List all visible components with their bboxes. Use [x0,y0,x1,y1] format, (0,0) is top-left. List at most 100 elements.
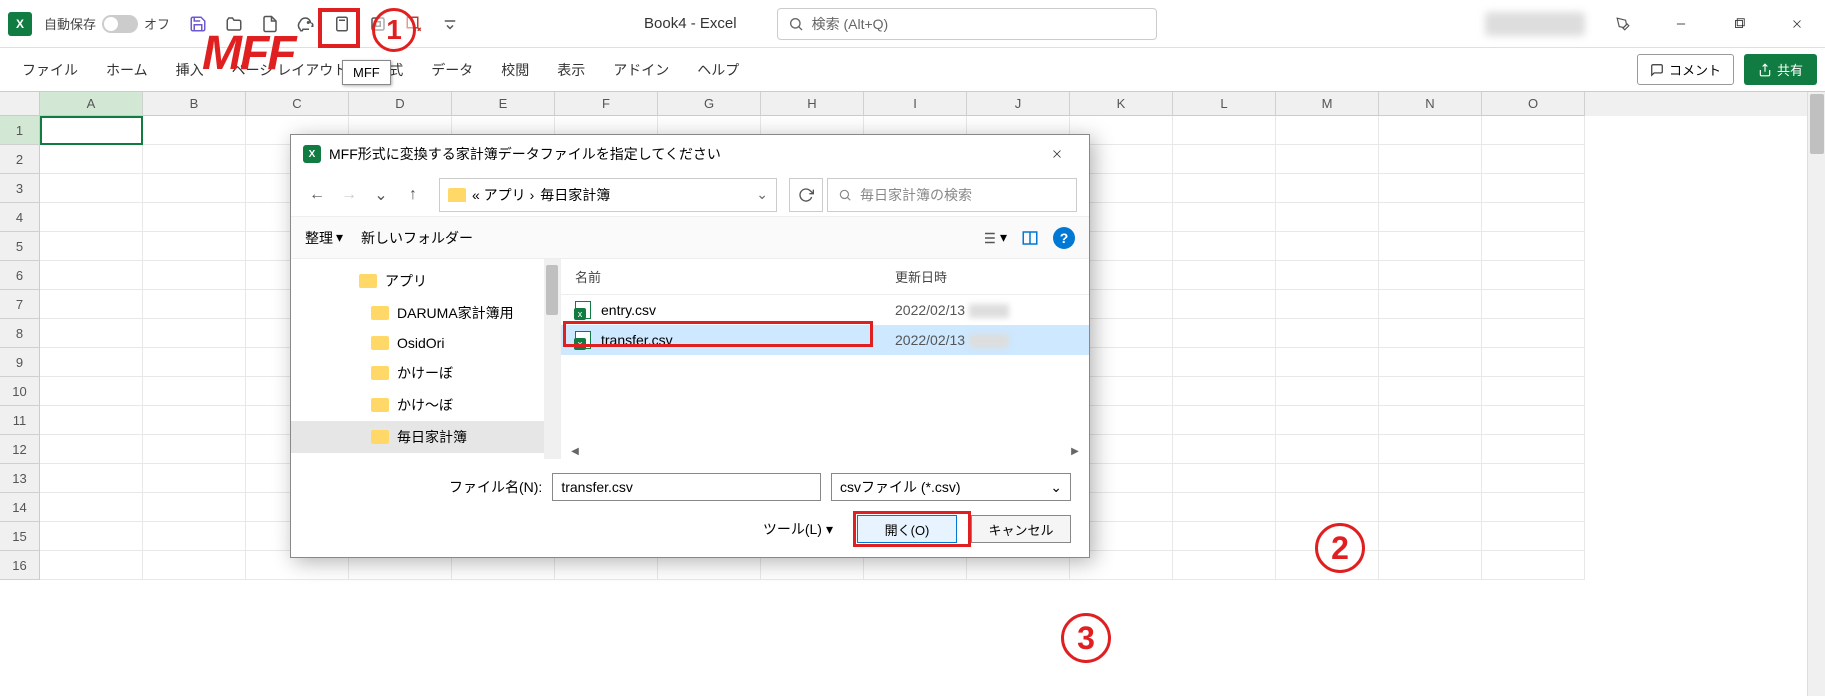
search-box[interactable]: 検索 (Alt+Q) [777,8,1157,40]
tab-data[interactable]: データ [417,52,487,88]
cell[interactable] [1276,435,1379,464]
cell[interactable] [1482,348,1585,377]
row-header[interactable]: 3 [0,174,40,203]
tree-scrollbar-thumb[interactable] [546,265,558,315]
cell[interactable] [40,522,143,551]
column-header[interactable]: H [761,92,864,116]
cell[interactable] [1379,464,1482,493]
cell[interactable] [143,551,246,580]
cell[interactable] [40,174,143,203]
row-header[interactable]: 11 [0,406,40,435]
cell[interactable] [143,493,246,522]
cell[interactable] [40,348,143,377]
scroll-right-icon[interactable]: ▶ [1067,443,1083,459]
cell[interactable] [1173,551,1276,580]
refresh-button[interactable] [789,178,823,212]
cell[interactable] [40,406,143,435]
cell[interactable] [143,348,246,377]
row-header[interactable]: 12 [0,435,40,464]
cell[interactable] [1482,261,1585,290]
row-header[interactable]: 16 [0,551,40,580]
cell[interactable] [1173,406,1276,435]
row-header[interactable]: 9 [0,348,40,377]
cell[interactable] [1276,464,1379,493]
tree-item[interactable]: DARUMA家計簿用 [291,297,560,329]
cell[interactable] [40,232,143,261]
tab-addin[interactable]: アドイン [599,52,683,88]
tab-home[interactable]: ホーム [92,52,162,88]
column-header[interactable]: I [864,92,967,116]
select-all-corner[interactable] [0,92,40,116]
cell[interactable] [1379,174,1482,203]
cell[interactable] [1482,522,1585,551]
share-button[interactable]: 共有 [1744,54,1817,85]
cell[interactable] [1276,261,1379,290]
chevron-down-icon[interactable]: ⌄ [756,186,768,203]
cell[interactable] [40,377,143,406]
pen-icon[interactable] [1603,4,1643,44]
cell[interactable] [1276,232,1379,261]
minimize-icon[interactable] [1661,4,1701,44]
column-header[interactable]: B [143,92,246,116]
folder-tree[interactable]: アプリDARUMA家計簿用OsidOriかけーぼかけ～ぼ毎日家計簿 [291,259,561,459]
cell[interactable] [1173,377,1276,406]
cell[interactable] [1276,203,1379,232]
cell[interactable] [40,435,143,464]
row-header[interactable]: 6 [0,261,40,290]
cell[interactable] [40,319,143,348]
cell[interactable] [1379,203,1482,232]
cell[interactable] [1482,116,1585,145]
cell[interactable] [1173,145,1276,174]
cell[interactable] [40,261,143,290]
file-list-hscroll[interactable]: ◀ ▶ [567,443,1083,459]
cell[interactable] [1482,551,1585,580]
qat-dropdown-icon[interactable] [436,10,464,38]
row-header[interactable]: 5 [0,232,40,261]
row-header[interactable]: 8 [0,319,40,348]
filename-input[interactable] [552,473,821,501]
column-header[interactable]: O [1482,92,1585,116]
column-header[interactable]: C [246,92,349,116]
preview-button[interactable] [1021,229,1039,247]
nav-recent-dropdown[interactable]: ⌄ [367,181,395,209]
cell[interactable] [40,464,143,493]
close-icon[interactable] [1777,4,1817,44]
tree-item[interactable]: アプリ [291,265,560,297]
cell[interactable] [1379,116,1482,145]
new-folder-button[interactable]: 新しいフォルダー [361,228,473,248]
nav-forward-button[interactable]: → [335,181,363,209]
tree-scrollbar[interactable] [544,259,560,459]
cell[interactable] [1173,232,1276,261]
maximize-icon[interactable] [1719,4,1759,44]
file-list-header[interactable]: 名前 更新日時 [561,259,1089,295]
column-header[interactable]: K [1070,92,1173,116]
cell[interactable] [1482,203,1585,232]
cell[interactable] [40,203,143,232]
cell[interactable] [1379,348,1482,377]
cell[interactable] [1482,493,1585,522]
cell[interactable] [1276,406,1379,435]
row-header[interactable]: 2 [0,145,40,174]
nav-up-button[interactable]: ↑ [399,181,427,209]
address-bar[interactable]: « アプリ › 毎日家計簿 ⌄ [439,178,777,212]
row-header[interactable]: 13 [0,464,40,493]
row-header[interactable]: 15 [0,522,40,551]
column-header[interactable]: A [40,92,143,116]
file-row[interactable]: entry.csv2022/02/13 [561,295,1089,325]
column-header[interactable]: N [1379,92,1482,116]
file-row[interactable]: transfer.csv2022/02/13 [561,325,1089,355]
tab-help[interactable]: ヘルプ [683,52,753,88]
cell[interactable] [40,493,143,522]
cell[interactable] [143,203,246,232]
cell[interactable] [1173,348,1276,377]
cell[interactable] [1276,319,1379,348]
cell[interactable] [1173,290,1276,319]
column-name[interactable]: 名前 [575,267,895,286]
column-header[interactable]: J [967,92,1070,116]
column-header[interactable]: M [1276,92,1379,116]
piggy-icon[interactable] [292,10,320,38]
cell[interactable] [1173,493,1276,522]
cell[interactable] [143,522,246,551]
row-header[interactable]: 4 [0,203,40,232]
column-header[interactable]: G [658,92,761,116]
